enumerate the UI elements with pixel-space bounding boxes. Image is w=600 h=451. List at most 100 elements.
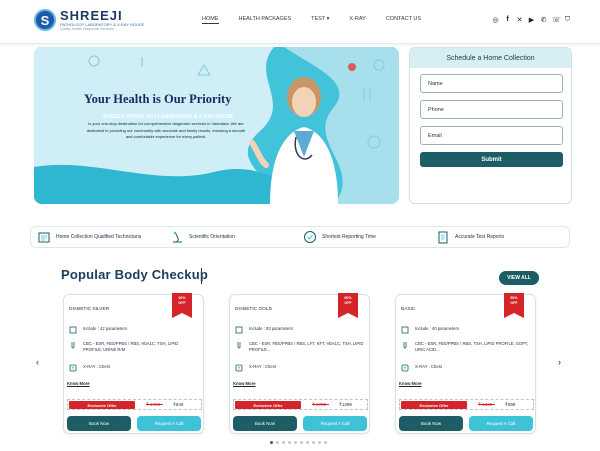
nav-test[interactable]: TEST ▾ [311,16,329,24]
package-card: 50% OFF DIABETIC GOLD Include : 63 parame… [229,293,370,434]
nav-health-packages[interactable]: HEALTH PACKAGES [239,16,292,24]
book-now-button[interactable]: Book Now [233,416,297,431]
nav-home[interactable]: HOME [202,16,219,24]
feature-scientific-orientation: Scientific Orientation [170,230,235,244]
clock-check-icon [304,231,316,243]
features-strip: Home Collection Qualified Technicians Sc… [30,226,570,248]
test-tube-icon [71,342,75,349]
xray-icon [401,364,409,372]
carousel-dot[interactable] [324,441,327,444]
offer-box: Exclusive Offer ₹ 2780 - ₹1399 [233,399,368,410]
section-title: Popular Body Checkup [61,267,209,282]
package-xray: X-RAY : Chest [83,364,110,369]
whatsapp-icon[interactable]: ✆ [540,16,547,24]
name-field[interactable]: Name [420,74,563,93]
email-field[interactable]: Email [420,126,563,145]
phone-field[interactable]: Phone [420,100,563,119]
nav-contact-us[interactable]: CONTACT US [386,16,421,24]
package-tests: CBC - ESR, FBS/PPBS / RBS, HbA1C, TSH, L… [83,341,179,352]
phone-icon[interactable]: ☏ [552,16,561,24]
package-name: DIABETIC GOLD [235,307,273,312]
request-call-button[interactable]: Request A Call [469,416,533,431]
parameters-icon [401,326,409,334]
parameters-icon [235,326,243,334]
package-tests: CBC - ESR, FBS/PPBS / RBS, LFT, KFT, HbA… [249,341,364,352]
offer-box: Exclusive Offer ₹ 1830 - ₹899 [399,399,534,410]
new-price: ₹1399 [339,402,352,407]
carousel-dot[interactable] [294,441,297,444]
carousel-dot[interactable] [288,441,291,444]
package-xray: X-RAY : Chest [249,364,276,369]
home-collection-icon [38,232,50,243]
brand-name: SHREEJI [60,8,123,23]
social-links: ◎ f ✕ ▶ ✆ ☏ ⛉ [492,16,576,24]
prev-arrow-icon[interactable]: ‹ [36,357,39,367]
request-call-button[interactable]: Request A Call [303,416,367,431]
package-parameters: Include : 63 parameters [249,326,293,331]
carousel-dot[interactable] [270,441,273,444]
know-more-link[interactable]: Know More [233,381,256,386]
brand-tagline: Quality Health Diagnostic Services [60,27,114,31]
discount-ribbon: 50% OFF [504,293,524,318]
package-xray: X-RAY : Chest [415,364,442,369]
book-now-button[interactable]: Book Now [399,416,463,431]
xray-icon [69,364,77,372]
nav-xray[interactable]: X-RAY [349,16,365,24]
carousel-dot[interactable] [300,441,303,444]
main-nav: HOME HEALTH PACKAGES TEST ▾ X-RAY CONTAC… [202,16,441,24]
feature-accurate-reports: Accurate Test Reports [436,230,504,244]
instagram-icon[interactable]: ◎ [492,16,499,24]
test-tube-icon [403,342,407,349]
facebook-icon[interactable]: f [504,16,511,24]
parameters-icon [69,326,77,334]
old-price: ₹ 1730 - [146,402,163,407]
clipboard-icon [438,231,448,244]
title-cursor-bar [201,268,202,284]
carousel-dot[interactable] [306,441,309,444]
old-price: ₹ 1830 - [478,402,495,407]
exclusive-offer-badge: Exclusive Offer [235,401,301,409]
know-more-link[interactable]: Know More [399,381,422,386]
hero-title: Your Health is Our Priority [84,92,232,106]
new-price: ₹899 [505,402,516,407]
schedule-home-collection-form: Schedule a Home Collection Name Phone Em… [409,47,572,204]
feature-shortest-reporting: Shortest Reporting Time [303,230,376,244]
submit-button[interactable]: Submit [420,152,563,167]
carousel-dot[interactable] [282,441,285,444]
youtube-icon[interactable]: ▶ [528,16,535,24]
schedule-title: Schedule a Home Collection [410,48,571,68]
package-parameters: Include : 40 parameters [415,326,459,331]
old-price: ₹ 2780 - [312,402,329,407]
package-card: 30% OFF DIABETIC SILVER Include : 42 para… [63,293,204,434]
cart-icon[interactable]: ⛉ [564,16,571,24]
hero-banner: Your Health is Our Priority SHREEJI PATH… [34,47,399,204]
book-now-button[interactable]: Book Now [67,416,131,431]
exclusive-offer-badge: Exclusive Offer [401,401,467,409]
next-arrow-icon[interactable]: › [558,357,561,367]
carousel-dots [270,441,330,444]
twitter-icon[interactable]: ✕ [516,16,523,24]
package-card: 50% OFF BASIC Include : 40 parameters CBC… [395,293,536,434]
carousel-dot[interactable] [318,441,321,444]
discount-ribbon: 30% OFF [172,293,192,318]
new-price: ₹849 [173,402,184,407]
logo-mark-icon: S [34,9,56,32]
xray-icon [235,364,243,372]
package-name: BASIC [401,307,416,312]
microscope-icon [173,231,182,243]
discount-ribbon: 50% OFF [338,293,358,318]
carousel-dot[interactable] [312,441,315,444]
view-all-button[interactable]: VIEW ALL [499,271,539,285]
test-tube-icon [237,342,241,349]
brand-logo[interactable]: S SHREEJI PATHOLOGY LABORATORY & X-RAY H… [34,9,144,32]
know-more-link[interactable]: Know More [67,381,90,386]
hero-subtitle: SHREEJI PATHOLOGY LABORATORY & X-RAY HOU… [102,114,234,120]
package-name: DIABETIC SILVER [69,307,110,312]
exclusive-offer-badge: Exclusive Offer [69,401,135,409]
feature-home-collection: Home Collection Qualified Technicians [37,230,141,244]
site-header: S SHREEJI PATHOLOGY LABORATORY & X-RAY H… [0,0,600,44]
carousel-dot[interactable] [276,441,279,444]
offer-box: Exclusive Offer ₹ 1730 - ₹849 [67,399,202,410]
hero-description: is your one-stop destination for compreh… [86,121,246,139]
request-call-button[interactable]: Request A Call [137,416,201,431]
